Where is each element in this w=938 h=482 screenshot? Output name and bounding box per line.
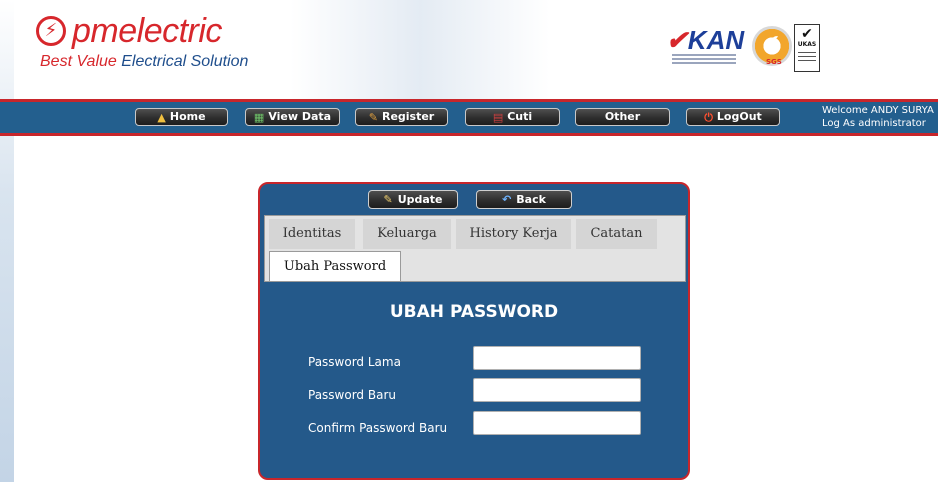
welcome-user: Welcome ANDY SURYA — [822, 105, 934, 116]
update-label: Update — [397, 193, 443, 206]
nav-cuti-button[interactable]: ▤ Cuti — [465, 108, 560, 126]
edit-icon: ✎ — [383, 193, 393, 206]
back-button[interactable]: ↶ Back — [476, 190, 572, 209]
register-icon: ✎ — [368, 110, 378, 124]
ukas-certification-logo: ✔ UKAS — [794, 24, 820, 72]
nav-register-label: Register — [381, 110, 435, 123]
header: ⚡ pmelectric Best Value Electrical Solut… — [0, 0, 938, 100]
sgs-label: SGS — [766, 58, 782, 66]
nav-home-button[interactable]: ▲ Home — [135, 108, 228, 126]
password-baru-label: Password Baru — [308, 388, 396, 402]
welcome-text: Welcome ANDY SURYA Log As administrator — [822, 104, 938, 130]
login-role: Log As administrator — [822, 118, 926, 129]
power-icon: ⏻ — [704, 110, 713, 124]
nav-other-button[interactable]: Other — [575, 108, 670, 126]
kan-fine-print — [672, 54, 736, 66]
form-title: UBAH PASSWORD — [389, 302, 559, 322]
kan-certification-logo: ✔KAN — [666, 25, 745, 68]
password-lama-field[interactable] — [473, 346, 641, 370]
calendar-icon: ▤ — [492, 110, 504, 124]
nav-view-data-button[interactable]: ▦ View Data — [245, 108, 340, 126]
view-data-icon: ▦ — [253, 110, 265, 124]
password-lama-label: Password Lama — [308, 355, 401, 369]
brand-tagline-part2: Electrical Solution — [121, 53, 249, 70]
ukas-label: UKAS — [797, 41, 817, 48]
edit-panel: ✎ Update ↶ Back Identitas Keluarga Histo… — [258, 182, 690, 480]
check-icon: ✔ — [801, 26, 813, 42]
brand-tagline: Best Value Electrical Solution — [40, 52, 248, 72]
lightning-bolt-icon: ⚡ — [36, 16, 66, 46]
check-icon: ✔ — [666, 25, 688, 55]
tab-ubah-password[interactable]: Ubah Password — [269, 251, 401, 281]
nav-home-label: Home — [169, 110, 206, 123]
confirm-password-baru-label: Confirm Password Baru — [308, 421, 448, 435]
nav-logout-button[interactable]: ⏻ LogOut — [686, 108, 780, 126]
tab-identitas[interactable]: Identitas — [269, 219, 355, 249]
nav-view-data-label: View Data — [268, 110, 332, 123]
tab-bar: Identitas Keluarga History Kerja Catatan… — [264, 215, 686, 282]
home-icon: ▲ — [157, 110, 166, 124]
tab-history-kerja[interactable]: History Kerja — [456, 219, 571, 249]
password-baru-field[interactable] — [473, 378, 641, 402]
logo[interactable]: ⚡ pmelectric Best Value Electrical Solut… — [36, 10, 276, 72]
brand-tagline-part1: Best Value — [40, 53, 122, 70]
nav-register-button[interactable]: ✎ Register — [355, 108, 448, 126]
navbar: ▲ Home ▦ View Data ✎ Register ▤ Cuti Oth… — [0, 99, 938, 136]
kan-label: KAN — [687, 25, 745, 55]
check-icon: ✔ — [762, 31, 781, 56]
tab-catatan[interactable]: Catatan — [576, 219, 657, 249]
nav-cuti-label: Cuti — [507, 110, 533, 123]
back-label: Back — [516, 193, 546, 206]
brand-name: pmelectric — [72, 12, 222, 50]
nav-other-label: Other — [604, 110, 641, 123]
tab-keluarga[interactable]: Keluarga — [363, 219, 451, 249]
back-arrow-icon: ↶ — [502, 193, 512, 206]
confirm-password-baru-field[interactable] — [473, 411, 641, 435]
update-button[interactable]: ✎ Update — [368, 190, 458, 209]
nav-logout-label: LogOut — [716, 110, 762, 123]
